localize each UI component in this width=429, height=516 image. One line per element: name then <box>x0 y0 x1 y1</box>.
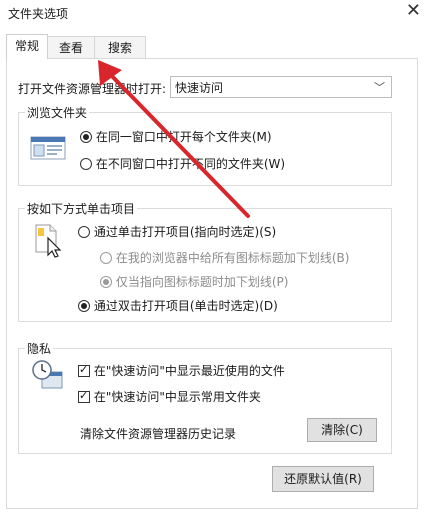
tab-general[interactable]: 常规 <box>6 34 48 59</box>
annotation-arrow <box>98 60 250 218</box>
